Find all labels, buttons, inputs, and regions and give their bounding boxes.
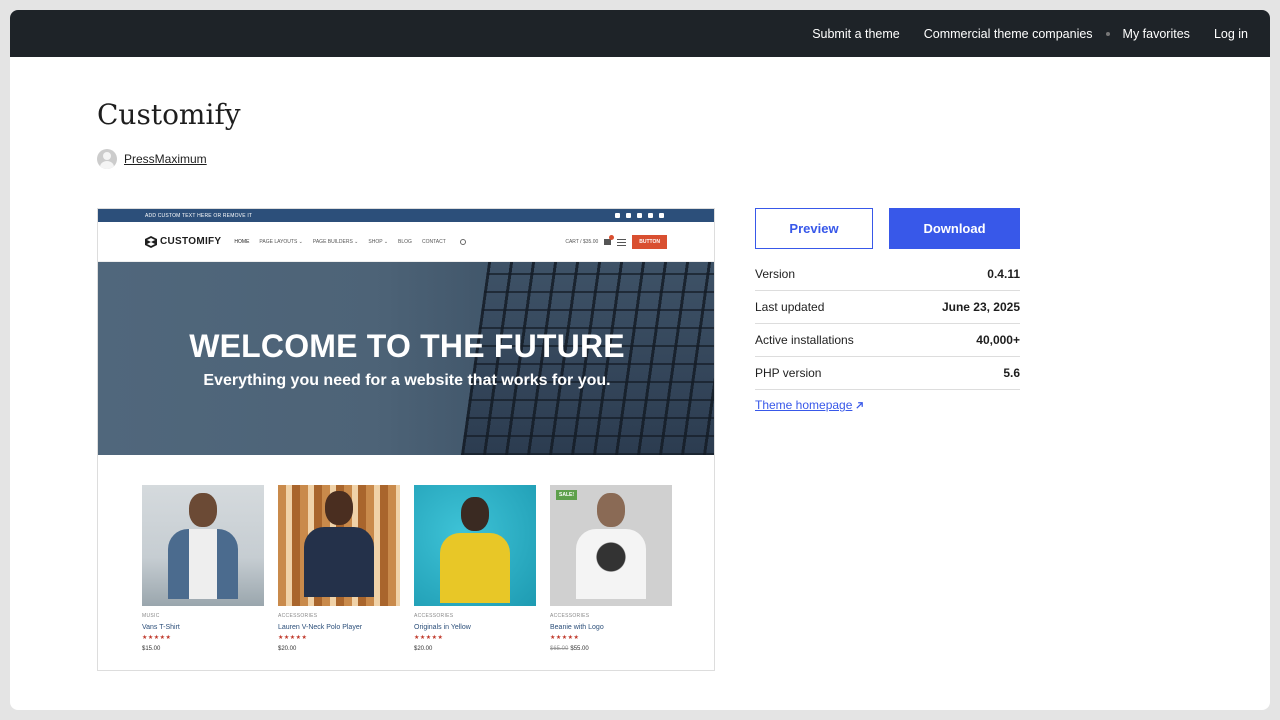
- theme-homepage-link[interactable]: Theme homepage: [755, 398, 864, 412]
- meta-value: June 23, 2025: [941, 300, 1020, 314]
- meta-label: Version: [755, 267, 796, 281]
- product-category: ACCESSORIES: [550, 613, 590, 619]
- preview-header-button: BUTTON: [632, 235, 667, 249]
- product-rating: ★★★★★: [278, 635, 308, 641]
- theme-homepage-label: Theme homepage: [755, 398, 853, 412]
- preview-cart-text: CART / $35.00: [565, 239, 599, 245]
- preview-menu-blog: BLOG: [398, 238, 412, 245]
- author: PressMaximum: [97, 149, 207, 169]
- product-card: MUSIC Vans T-Shirt ★★★★★ $15.00: [142, 485, 264, 652]
- product-model: [576, 493, 646, 599]
- product-price: $65.00 $55.00: [550, 646, 672, 652]
- pinterest-icon: [659, 213, 664, 218]
- nav-commercial-theme-companies[interactable]: Commercial theme companies: [924, 27, 1093, 41]
- youtube-icon: [637, 213, 642, 218]
- product-card: ACCESSORIES Lauren V-Neck Polo Player ★★…: [278, 485, 400, 652]
- product-name: Originals in Yellow: [414, 624, 471, 631]
- instagram-icon: [648, 213, 653, 218]
- top-nav: Submit a theme Commercial theme companie…: [788, 10, 1248, 57]
- twitter-icon: [626, 213, 631, 218]
- product-sale-price: $55.00: [570, 646, 589, 652]
- hero-title: WELCOME TO THE FUTURE: [189, 328, 625, 364]
- preview-top-strip-text: ADD CUSTOM TEXT HERE OR REMOVE IT: [145, 212, 253, 219]
- preview-menu-contact: CONTACT: [421, 238, 446, 245]
- search-icon: [459, 238, 466, 245]
- external-link-icon: [856, 401, 864, 409]
- product-model: [304, 491, 374, 597]
- product-image: [414, 485, 536, 606]
- product-price: $20.00: [278, 646, 297, 652]
- preview-menu-shop: SHOP ⌄: [368, 238, 389, 245]
- product-name: Vans T-Shirt: [142, 624, 180, 631]
- product-category: ACCESSORIES: [278, 613, 318, 619]
- preview-menu: HOME PAGE LAYOUTS ⌄ PAGE BUILDERS ⌄ SHOP…: [234, 239, 445, 245]
- nav-my-favorites[interactable]: My favorites: [1123, 27, 1190, 41]
- cart-icon: [604, 235, 615, 245]
- product-category: MUSIC: [142, 613, 160, 619]
- meta-label: Last updated: [755, 300, 825, 314]
- product-rating: ★★★★★: [142, 635, 172, 641]
- nav-log-in[interactable]: Log in: [1214, 27, 1248, 41]
- product-price: $15.00: [142, 646, 161, 652]
- browser-frame: Submit a theme Commercial theme companie…: [10, 10, 1270, 710]
- meta-label: PHP version: [755, 366, 822, 380]
- meta-value: 0.4.11: [987, 267, 1020, 281]
- customify-logo-icon: [145, 235, 157, 248]
- product-name: Beanie with Logo: [550, 624, 604, 631]
- facebook-icon: [615, 213, 620, 218]
- preview-header: CUSTOMIFY HOME PAGE LAYOUTS ⌄ PAGE BUILD…: [98, 222, 714, 262]
- product-rating: ★★★★★: [414, 635, 444, 641]
- product-category: ACCESSORIES: [414, 613, 454, 619]
- nav-separator-dot: [1105, 31, 1110, 36]
- product-image: [278, 485, 400, 606]
- theme-screenshot: ADD CUSTOM TEXT HERE OR REMOVE IT CUSTOM…: [97, 208, 715, 671]
- preview-products: MUSIC Vans T-Shirt ★★★★★ $15.00 ACCESSOR…: [142, 485, 672, 652]
- product-card: SALE! ACCESSORIES Beanie with Logo ★★★★★…: [550, 485, 672, 652]
- product-price: $20.00: [414, 646, 433, 652]
- product-name: Lauren V-Neck Polo Player: [278, 624, 363, 631]
- product-rating: ★★★★★: [550, 635, 580, 641]
- top-bar: Submit a theme Commercial theme companie…: [10, 10, 1270, 57]
- avatar: [97, 149, 117, 169]
- nav-submit-theme[interactable]: Submit a theme: [812, 27, 900, 41]
- preview-menu-page-layouts: PAGE LAYOUTS ⌄: [259, 238, 303, 245]
- preview-logo-text: CUSTOMIFY: [160, 236, 222, 247]
- meta-row-active-installations: Active installations 40,000+: [755, 324, 1020, 357]
- page-title: Customify: [97, 98, 241, 131]
- meta-row-last-updated: Last updated June 23, 2025: [755, 291, 1020, 324]
- preview-social-icons: [615, 213, 664, 218]
- hero-subtitle: Everything you need for a website that w…: [203, 372, 611, 389]
- hamburger-icon: [617, 238, 627, 246]
- preview-menu-page-builders: PAGE BUILDERS ⌄: [312, 238, 359, 245]
- preview-button[interactable]: Preview: [755, 208, 873, 249]
- meta-value: 5.6: [1003, 366, 1020, 380]
- product-card: ACCESSORIES Originals in Yellow ★★★★★ $2…: [414, 485, 536, 652]
- meta-label: Active installations: [755, 333, 854, 347]
- author-link[interactable]: PressMaximum: [124, 152, 207, 166]
- preview-header-right: CART / $35.00 BUTTON: [565, 222, 667, 262]
- download-button[interactable]: Download: [889, 208, 1020, 249]
- product-image: SALE!: [550, 485, 672, 606]
- preview-hero: WELCOME TO THE FUTURE Everything you nee…: [98, 262, 714, 455]
- meta-row-version: Version 0.4.11: [755, 258, 1020, 291]
- meta-row-php-version: PHP version 5.6: [755, 357, 1020, 390]
- meta-value: 40,000+: [976, 333, 1020, 347]
- product-model: [440, 497, 510, 603]
- preview-menu-home: HOME: [234, 238, 250, 245]
- preview-logo: CUSTOMIFY: [145, 235, 222, 248]
- sale-badge: SALE!: [556, 490, 577, 500]
- preview-top-strip: ADD CUSTOM TEXT HERE OR REMOVE IT: [98, 209, 714, 222]
- product-old-price: $65.00: [550, 646, 569, 652]
- theme-meta: Version 0.4.11 Last updated June 23, 202…: [755, 258, 1020, 390]
- product-model: [168, 493, 238, 599]
- product-image: [142, 485, 264, 606]
